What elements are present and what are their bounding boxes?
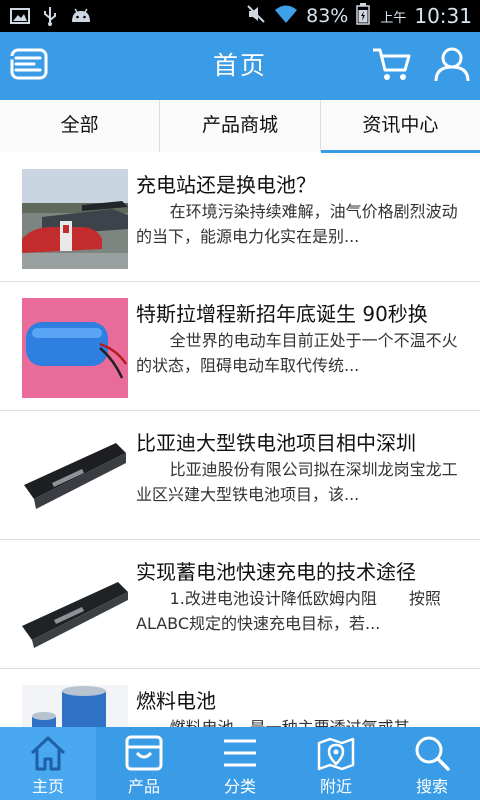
category-tabs: 全部 产品商城 资讯中心 — [0, 100, 480, 153]
nav-label: 分类 — [223, 777, 256, 796]
menu-button[interactable] — [8, 44, 52, 88]
bottom-navigation: 主页 产品 分类 附近 搜索 — [0, 727, 480, 800]
nav-label: 主页 — [31, 777, 64, 796]
news-title: 燃料电池 — [136, 689, 216, 713]
nav-search[interactable]: 搜索 — [384, 727, 480, 800]
nav-label: 搜索 — [415, 777, 448, 796]
product-icon — [124, 733, 164, 773]
news-thumbnail-battery-pack — [22, 298, 128, 398]
nav-label: 产品 — [127, 777, 160, 796]
nav-category[interactable]: 分类 — [192, 727, 288, 800]
nav-nearby[interactable]: 附近 — [288, 727, 384, 800]
tab-product-mall[interactable]: 产品商城 — [160, 100, 321, 152]
cart-button[interactable] — [370, 44, 414, 88]
news-summary: 燃料电池，是一种主要透过氧或其... — [136, 715, 462, 727]
news-thumbnail-charging-station — [22, 169, 128, 269]
battery-icon — [356, 3, 371, 29]
mute-icon — [246, 4, 266, 28]
tab-all[interactable]: 全部 — [0, 100, 161, 152]
category-icon — [220, 733, 260, 773]
list-item[interactable]: 充电站还是换电池？ 在环境污染持续难解，油气价格剧烈波动的当下，能源电力化实在是… — [0, 153, 480, 282]
news-thumbnail-laptop-battery-2 — [22, 556, 128, 656]
news-thumbnail-laptop-battery — [22, 427, 128, 527]
tab-news-center[interactable]: 资讯中心 — [320, 100, 480, 153]
news-list: 充电站还是换电池？ 在环境污染持续难解，油气价格剧烈波动的当下，能源电力化实在是… — [0, 153, 480, 727]
usb-icon — [42, 6, 58, 30]
battery-percent: 83% — [306, 5, 349, 27]
news-title: 特斯拉增程新招年底诞生 90秒换 — [136, 302, 428, 326]
news-summary: 全世界的电动车目前正处于一个不温不火的状态，阻碍电动车取代传统... — [136, 331, 458, 375]
menu-icon — [8, 47, 50, 85]
image-notification-icon — [10, 7, 30, 29]
wifi-icon — [274, 4, 298, 28]
user-button[interactable] — [430, 44, 474, 88]
cart-icon — [371, 46, 413, 86]
nav-product[interactable]: 产品 — [96, 727, 192, 800]
news-thumbnail-fuel-cell — [22, 685, 128, 727]
news-title: 比亚迪大型铁电池项目相中深圳 — [136, 431, 416, 455]
news-title: 充电站还是换电池？ — [136, 173, 316, 197]
android-icon — [70, 7, 92, 29]
app-header: 首页 — [0, 32, 480, 100]
home-icon — [28, 733, 68, 773]
news-summary: 在环境污染持续难解，油气价格剧烈波动的当下，能源电力化实在是别... — [136, 202, 458, 246]
map-icon — [316, 733, 356, 773]
status-bar: 83% 上午 10:31 — [0, 0, 480, 32]
news-title: 实现蓄电池快速充电的技术途径 — [136, 560, 416, 584]
list-item[interactable]: 特斯拉增程新招年底诞生 90秒换 全世界的电动车目前正处于一个不温不火的状态，阻… — [0, 282, 480, 411]
clock: 10:31 — [414, 4, 472, 28]
user-icon — [433, 45, 471, 87]
time-ampm: 上午 — [380, 10, 407, 26]
nav-home[interactable]: 主页 — [0, 727, 96, 800]
news-summary: 比亚迪股份有限公司拟在深圳龙岗宝龙工业区兴建大型铁电池项目，该... — [136, 460, 458, 504]
nav-label: 附近 — [319, 777, 352, 796]
news-summary: 1.改进电池设计降低欧姆内阻 按照ALABC规定的快速充电目标，若... — [136, 589, 441, 633]
list-item[interactable]: 燃料电池 燃料电池，是一种主要透过氧或其... — [0, 669, 480, 727]
list-item[interactable]: 实现蓄电池快速充电的技术途径 1.改进电池设计降低欧姆内阻 按照ALABC规定的… — [0, 540, 480, 669]
search-icon — [412, 733, 452, 773]
list-item[interactable]: 比亚迪大型铁电池项目相中深圳 比亚迪股份有限公司拟在深圳龙岗宝龙工业区兴建大型铁… — [0, 411, 480, 540]
